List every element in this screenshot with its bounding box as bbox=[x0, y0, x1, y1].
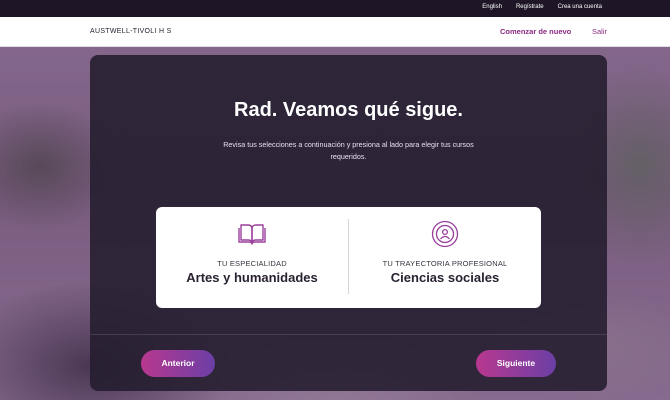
major-label: TU ESPECIALIDAD bbox=[217, 259, 287, 268]
review-panel: Rad. Veamos qué sigue. Revisa tus selecc… bbox=[90, 55, 607, 391]
utility-links: English Regístrate Crea una cuenta bbox=[482, 4, 602, 10]
page-subtitle: Revisa tus selecciones a continuación y … bbox=[223, 140, 474, 161]
selections-card: TU ESPECIALIDAD Artes y humanidades TU T… bbox=[156, 207, 541, 308]
major-value: Artes y humanidades bbox=[186, 270, 318, 285]
previous-button[interactable]: Anterior bbox=[141, 350, 215, 377]
top-utility-bar: English Regístrate Crea una cuenta bbox=[0, 0, 670, 17]
panel-divider bbox=[90, 334, 607, 335]
language-link[interactable]: English bbox=[482, 4, 502, 10]
page-title: Rad. Veamos qué sigue. bbox=[234, 99, 463, 121]
site-header: AUSTWELL-TIVOLI H S Comenzar de nuevo Sa… bbox=[0, 17, 670, 47]
major-selection: TU ESPECIALIDAD Artes y humanidades bbox=[156, 207, 348, 308]
career-selection: TU TRAYECTORIA PROFESIONAL Ciencias soci… bbox=[349, 207, 541, 308]
create-account-link[interactable]: Crea una cuenta bbox=[558, 4, 602, 10]
career-value: Ciencias sociales bbox=[390, 270, 500, 285]
next-button[interactable]: Siguiente bbox=[476, 350, 556, 377]
person-badge-icon bbox=[431, 220, 459, 253]
register-link[interactable]: Regístrate bbox=[516, 4, 544, 10]
start-over-link[interactable]: Comenzar de nuevo bbox=[500, 27, 571, 36]
school-name: AUSTWELL-TIVOLI H S bbox=[90, 28, 172, 35]
exit-link[interactable]: Salir bbox=[592, 27, 607, 36]
book-icon bbox=[238, 220, 266, 251]
career-label: TU TRAYECTORIA PROFESIONAL bbox=[382, 259, 508, 268]
